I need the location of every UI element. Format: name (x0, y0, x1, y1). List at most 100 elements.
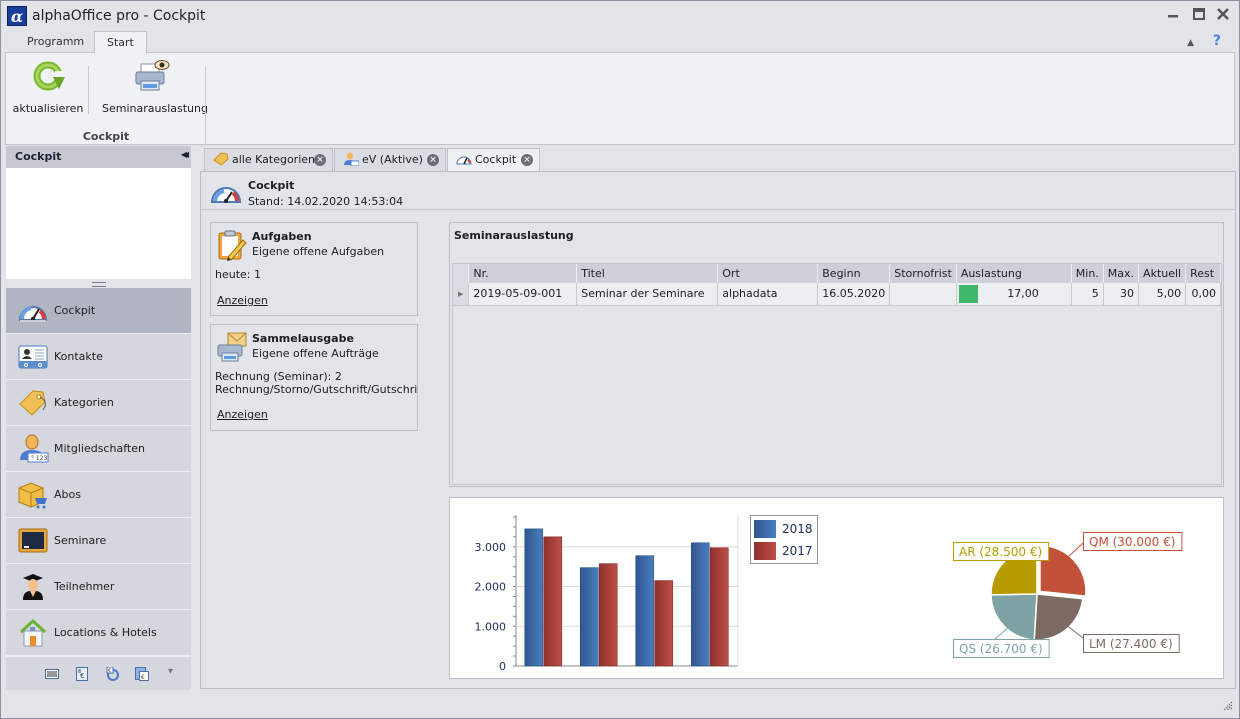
refresh-button[interactable]: aktualisieren (10, 59, 86, 115)
sidebar-splitter[interactable] (6, 279, 191, 288)
collapse-sidebar-button[interactable]: ◀◀ (181, 149, 190, 160)
legend-label-2017: 2017 (782, 544, 813, 558)
close-tab-button[interactable]: × (427, 154, 439, 166)
barcode-icon[interactable] (45, 667, 59, 681)
column-header-titel[interactable]: Titel (576, 264, 719, 283)
title-bar: α alphaOffice pro - Cockpit (1, 1, 1239, 31)
sidebar-item-seminare[interactable]: Seminare (6, 518, 191, 564)
sidebar-item-cockpit[interactable]: Cockpit (6, 288, 191, 334)
show-orders-link[interactable]: Anzeigen (217, 408, 268, 421)
cell-auslastung[interactable]: 17,00 (956, 283, 1072, 306)
seminarauslastung-button[interactable]: Seminarauslastung (102, 59, 208, 115)
sidebar-item-teilnehmer[interactable]: Teilnehmer (6, 564, 191, 610)
column-header-min[interactable]: Min. (1071, 264, 1104, 283)
clipboard-pencil-icon (218, 230, 247, 261)
ribbon-tab-programm[interactable]: Programm (15, 31, 96, 53)
show-tasks-link[interactable]: Anzeigen (217, 294, 268, 307)
tab-cockpit[interactable]: Cockpit × (447, 148, 540, 172)
cell-aktuell[interactable]: 5,00 (1138, 283, 1187, 306)
y-tick-label: 2.000 (475, 581, 507, 594)
panel-title: Seminarauslastung (454, 229, 574, 242)
sidebar-item-locations-hotels[interactable]: Locations & Hotels (6, 610, 191, 656)
tab-label: alle Kategorien (232, 153, 315, 166)
sidebar-item-kategorien[interactable]: Kategorien (6, 380, 191, 426)
pie-slice-LM (1033, 593, 1084, 641)
column-header-ort[interactable]: Ort (717, 264, 819, 283)
seminarauslastung-label: Seminarauslastung (102, 102, 208, 115)
minimize-button[interactable] (1164, 7, 1182, 25)
sidebar-footer-toolbar: € € € ▾ (6, 656, 191, 690)
cell-min[interactable]: 5 (1071, 283, 1104, 306)
collective-output-card: Sammelausgabe Eigene offene Aufträge Rec… (210, 324, 418, 431)
sidebar-content-area (6, 168, 191, 279)
box-cart-icon (18, 482, 47, 509)
ribbon-panel: aktualisieren Seminarauslastung Cockpit (5, 52, 1235, 145)
row-indicator-icon: ▶ (453, 283, 470, 306)
legend-swatch-2018 (754, 520, 776, 538)
pie-leader-LM (1064, 623, 1084, 639)
euro-docs-icon[interactable]: € (135, 667, 149, 681)
card-line: heute: 1 (215, 268, 261, 281)
page-title: Cockpit (248, 179, 295, 192)
euro-cycle-icon[interactable]: € (105, 667, 119, 681)
y-tick-label: 1.000 (475, 620, 507, 633)
tasks-card: Aufgaben Eigene offene Aufgaben heute: 1… (210, 222, 418, 316)
app-logo-icon: α (7, 6, 27, 26)
column-header-nr[interactable]: Nr. (468, 264, 578, 283)
sidebar-title: Cockpit (15, 150, 62, 163)
cell-ort[interactable]: alphadata (717, 283, 819, 306)
cell-nr[interactable]: 2019-05-09-001 (468, 283, 578, 306)
column-header-rest[interactable]: Rest (1185, 264, 1221, 283)
member-icon (344, 152, 359, 166)
column-header-max[interactable]: Max. (1103, 264, 1140, 283)
card-title: Sammelausgabe (252, 332, 354, 345)
cell-stornofrist[interactable] (889, 283, 957, 306)
invoice-euro-icon[interactable]: € (75, 667, 89, 681)
sidebar-item-abos[interactable]: Abos (6, 472, 191, 518)
column-header-auslastung[interactable]: Auslastung (956, 264, 1072, 283)
bar-2017-4 (709, 547, 729, 667)
bar-2017-1 (543, 536, 563, 667)
column-header-stornofrist[interactable]: Stornofrist (889, 264, 957, 283)
svg-text:€: € (80, 672, 84, 680)
help-button[interactable]: ? (1213, 33, 1221, 49)
pie-label-LM: LM (27.400 €) (1089, 637, 1173, 651)
gauge-icon (210, 187, 242, 203)
close-window-button[interactable] (1214, 7, 1232, 25)
ribbon-group-label: Cockpit (82, 130, 130, 143)
pie-label-QS: QS (26.700 €) (959, 642, 1043, 656)
sidebar-item-label: Kategorien (54, 396, 114, 409)
column-header-aktuell[interactable]: Aktuell (1138, 264, 1187, 283)
ribbon-separator (88, 66, 89, 114)
sidebar-header: Cockpit ◀◀ (6, 146, 191, 168)
card-title: Aufgaben (252, 230, 312, 243)
print-preview-icon (135, 60, 170, 91)
house-icon (19, 618, 47, 647)
window-title: alphaOffice pro - Cockpit (32, 8, 206, 24)
table-row[interactable]: ▶ 2019-05-09-001 Seminar der Seminare al… (453, 283, 1221, 306)
sidebar-item-mitgliedschaften[interactable]: ° 123 Mitgliedschaften (6, 426, 191, 472)
refresh-label: aktualisieren (12, 102, 84, 115)
resize-grip-icon[interactable] (1221, 699, 1233, 711)
tab-alle-kategorien[interactable]: alle Kategorien × (204, 148, 333, 171)
column-header-beginn[interactable]: Beginn (817, 264, 891, 283)
close-tab-button[interactable]: × (314, 154, 326, 166)
cell-max[interactable]: 30 (1103, 283, 1140, 306)
printer-mail-icon (217, 332, 247, 362)
maximize-button[interactable] (1190, 7, 1208, 25)
cell-rest[interactable]: 0,00 (1185, 283, 1221, 306)
svg-text:€: € (108, 668, 111, 674)
cell-titel[interactable]: Seminar der Seminare (576, 283, 719, 306)
utilization-indicator (958, 285, 978, 303)
cockpit-content: Cockpit Stand: 14.02.2020 14:53:04 Aufga… (200, 171, 1236, 689)
cell-beginn[interactable]: 16.05.2020 (817, 283, 891, 306)
close-tab-button[interactable]: × (521, 154, 533, 166)
tab-ev-aktive[interactable]: eV (Aktive) × (334, 148, 446, 171)
collapse-ribbon-button[interactable]: ▲ (1187, 38, 1197, 48)
bar-2018-2 (579, 567, 599, 667)
graduate-icon (23, 574, 43, 600)
sidebar-item-kontakte[interactable]: Kontakte (6, 334, 191, 380)
bar-chart: 0 1.000 2.000 3.000 2018 2017 (475, 515, 818, 673)
ribbon-tab-start[interactable]: Start (94, 31, 147, 54)
overflow-menu-icon[interactable]: ▾ (168, 666, 173, 677)
